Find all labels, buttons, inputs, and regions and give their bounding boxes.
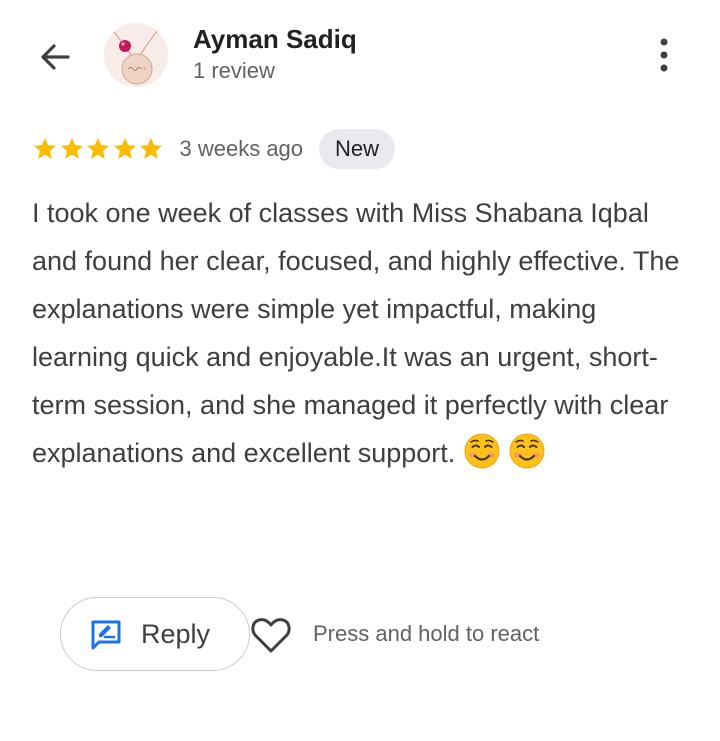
avatar[interactable] [104,23,168,87]
back-button[interactable] [32,34,78,80]
reply-label: Reply [141,618,211,649]
arrow-left-icon [41,44,70,70]
review-time: 3 weeks ago [179,136,304,161]
new-badge: New [319,129,396,169]
more-vertical-icon [660,38,668,72]
star-icon [60,137,83,159]
review-emojis [463,433,547,469]
review-text: I took one week of classes with Miss Sha… [32,198,680,468]
reply-edit-icon [91,620,121,650]
smiling-face-emoji-icon [509,433,545,469]
review-meta-row: 3 weeks ago New [32,128,396,170]
star-rating [32,136,165,162]
star-icon [140,137,162,159]
star-icon [87,137,109,159]
star-icon [113,137,136,159]
more-options-button[interactable] [644,32,684,78]
avatar-photo [104,23,168,87]
reply-button[interactable]: Reply [60,597,250,671]
review-body: I took one week of classes with Miss Sha… [32,189,696,477]
react-hint: Press and hold to react [313,621,540,646]
author-review-count: 1 review [193,58,275,83]
heart-outline-icon [251,618,291,653]
react-heart-button[interactable] [248,612,294,658]
smiling-face-emoji-icon [464,433,500,469]
author-name[interactable]: Ayman Sadiq [193,24,357,55]
star-icon [34,137,56,159]
